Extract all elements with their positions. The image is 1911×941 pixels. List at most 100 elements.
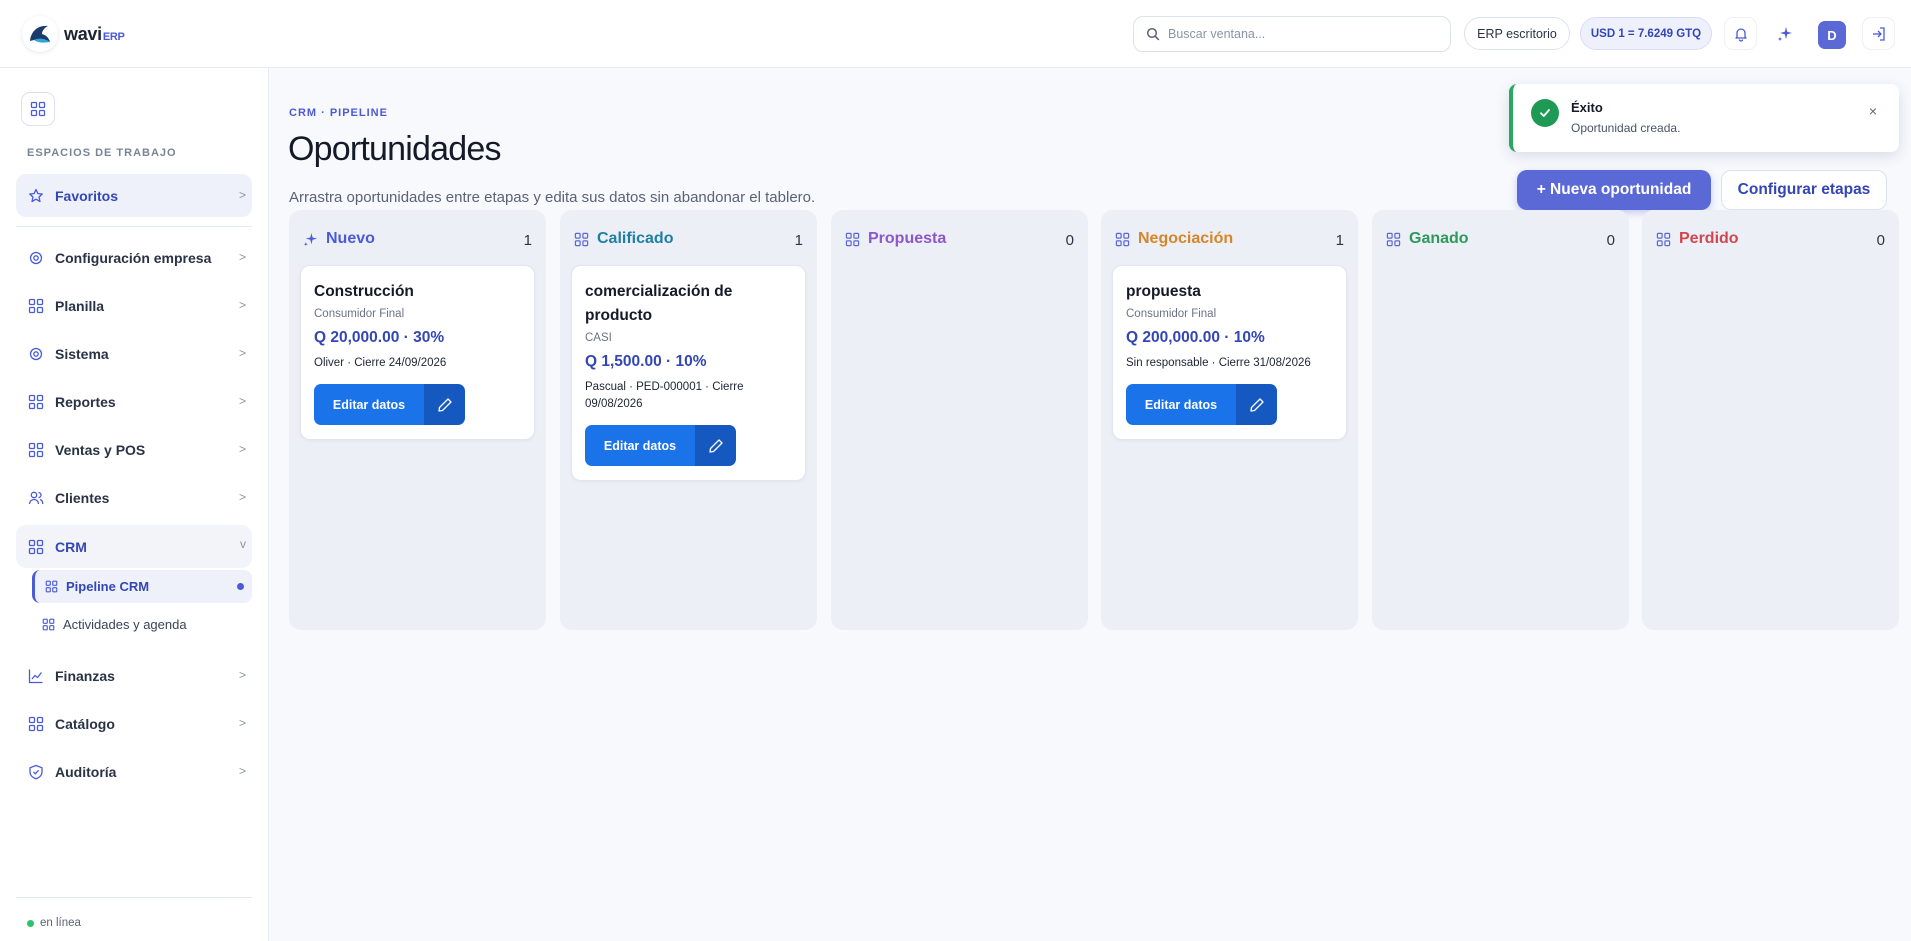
grid-icon	[1656, 232, 1671, 247]
edit-data-label[interactable]: Editar datos	[1126, 384, 1236, 425]
opportunity-card[interactable]: Construcción Consumidor Final Q 20,000.0…	[300, 265, 535, 440]
opportunity-card[interactable]: propuesta Consumidor Final Q 200,000.00 …	[1112, 265, 1347, 440]
grid-icon	[27, 393, 45, 411]
grid-icon	[27, 297, 45, 315]
stage-header: Nuevo	[303, 230, 375, 248]
sidebar-item-company-config[interactable]: Configuración empresa >	[16, 236, 252, 279]
sidebar-item-favorites[interactable]: Favoritos >	[16, 174, 252, 217]
active-dot	[237, 583, 244, 590]
stage-count: 1	[1335, 232, 1344, 249]
sidebar-item-payroll[interactable]: Planilla >	[16, 284, 252, 327]
sparkle-icon	[1777, 26, 1792, 41]
grid-icon	[42, 618, 55, 631]
mode-pill[interactable]: ERP escritorio	[1464, 17, 1570, 50]
sidebar-item-crm[interactable]: CRM v	[16, 525, 252, 568]
stage-name: Ganado	[1409, 230, 1469, 247]
pencil-icon[interactable]	[695, 425, 736, 466]
configure-stages-button[interactable]: Configurar etapas	[1721, 170, 1887, 210]
ai-assistant-button[interactable]	[1768, 17, 1801, 50]
chevron-down-icon: v	[240, 537, 246, 551]
notifications-button[interactable]	[1724, 17, 1757, 50]
brand-name: waviERP	[64, 24, 125, 44]
pencil-icon[interactable]	[1236, 384, 1277, 425]
chevron-right-icon: >	[238, 394, 246, 408]
users-icon	[27, 489, 45, 507]
sidebar-subitem-label: Actividades y agenda	[63, 617, 187, 632]
stage-column-negociacion[interactable]: Negociación 1 propuesta Consumidor Final…	[1101, 210, 1358, 630]
sidebar-subitem-label: Pipeline CRM	[66, 579, 150, 594]
sidebar-item-label: Configuración empresa	[55, 249, 212, 266]
bell-icon	[1734, 27, 1747, 42]
edit-data-label[interactable]: Editar datos	[585, 425, 695, 466]
card-client: CASI	[585, 332, 612, 344]
sparkle-icon	[303, 232, 318, 247]
stage-column-calificado[interactable]: Calificado 1 comercialización de product…	[560, 210, 817, 630]
stage-name: Calificado	[597, 230, 674, 247]
chevron-right-icon: >	[238, 442, 246, 456]
sidebar-item-label: Finanzas	[55, 667, 115, 684]
top-bar: waviERP ERP escritorio USD 1 = 7.6249 GT…	[0, 0, 1911, 68]
sidebar-item-label: Ventas y POS	[55, 441, 146, 458]
check-circle-icon	[1531, 99, 1559, 127]
search-input[interactable]	[1168, 27, 1428, 41]
sidebar-item-catalog[interactable]: Catálogo >	[16, 702, 252, 745]
success-toast: Éxito Oportunidad creada. ×	[1509, 84, 1899, 152]
card-client: Consumidor Final	[314, 308, 405, 320]
card-meta: Pascual · PED-000001 · Cierre 09/08/2026	[585, 381, 744, 410]
stage-column-nuevo[interactable]: Nuevo 1 Construcción Consumidor Final Q …	[289, 210, 546, 630]
chevron-right-icon: >	[238, 298, 246, 312]
chevron-right-icon: >	[238, 188, 246, 202]
settings-icon	[27, 345, 45, 363]
grid-icon	[27, 441, 45, 459]
edit-data-button[interactable]: Editar datos	[1126, 384, 1277, 425]
stage-name: Nuevo	[326, 230, 375, 247]
chevron-right-icon: >	[238, 490, 246, 504]
sidebar: ESPACIOS DE TRABAJO Favoritos > Configur…	[0, 68, 269, 941]
apps-button[interactable]	[21, 92, 55, 126]
grid-icon	[27, 715, 45, 733]
edit-data-button[interactable]: Editar datos	[314, 384, 465, 425]
pencil-icon[interactable]	[424, 384, 465, 425]
stage-header: Ganado	[1386, 230, 1469, 248]
stage-count: 0	[1876, 232, 1885, 249]
sidebar-item-system[interactable]: Sistema >	[16, 332, 252, 375]
logout-button[interactable]	[1862, 17, 1895, 50]
sidebar-item-finance[interactable]: Finanzas >	[16, 654, 252, 697]
stage-column-propuesta[interactable]: Propuesta 0	[831, 210, 1088, 630]
stage-column-perdido[interactable]: Perdido 0	[1642, 210, 1899, 630]
stage-count: 1	[523, 232, 532, 249]
sidebar-item-label: Catálogo	[55, 715, 115, 732]
sidebar-item-sales-pos[interactable]: Ventas y POS >	[16, 428, 252, 471]
sidebar-item-label: Favoritos	[55, 187, 119, 204]
logo[interactable]	[22, 16, 58, 52]
card-meta: Oliver · Cierre 24/09/2026	[314, 357, 447, 369]
sidebar-item-label: Sistema	[55, 345, 109, 362]
card-title: comercialización de producto	[585, 283, 733, 324]
stage-name: Propuesta	[868, 230, 947, 247]
sidebar-subitem-pipeline-crm[interactable]: Pipeline CRM	[32, 570, 252, 603]
card-amount: Q 20,000.00 · 30%	[314, 329, 445, 346]
sidebar-subitem-activities[interactable]: Actividades y agenda	[32, 608, 252, 641]
divider	[16, 226, 252, 227]
online-dot	[27, 919, 34, 927]
exchange-rate-badge: USD 1 = 7.6249 GTQ	[1580, 17, 1712, 50]
chevron-right-icon: >	[238, 346, 246, 360]
opportunity-card[interactable]: comercialización de producto CASI Q 1,50…	[571, 265, 806, 481]
new-opportunity-button[interactable]: + Nueva oportunidad	[1517, 170, 1711, 210]
sidebar-item-audit[interactable]: Auditoría >	[16, 750, 252, 793]
avatar[interactable]: D	[1818, 21, 1846, 49]
edit-data-button[interactable]: Editar datos	[585, 425, 736, 466]
stage-count: 0	[1065, 232, 1074, 249]
sidebar-item-clients[interactable]: Clientes >	[16, 476, 252, 519]
edit-data-label[interactable]: Editar datos	[314, 384, 424, 425]
star-icon	[27, 187, 45, 205]
card-title: Construcción	[314, 283, 414, 300]
chevron-right-icon: >	[238, 668, 246, 682]
grid-icon	[1386, 232, 1401, 247]
stage-column-ganado[interactable]: Ganado 0	[1372, 210, 1629, 630]
search-box[interactable]	[1133, 16, 1451, 52]
sidebar-item-reports[interactable]: Reportes >	[16, 380, 252, 423]
chevron-right-icon: >	[238, 716, 246, 730]
chart-icon	[27, 667, 45, 685]
close-icon[interactable]: ×	[1869, 103, 1877, 119]
